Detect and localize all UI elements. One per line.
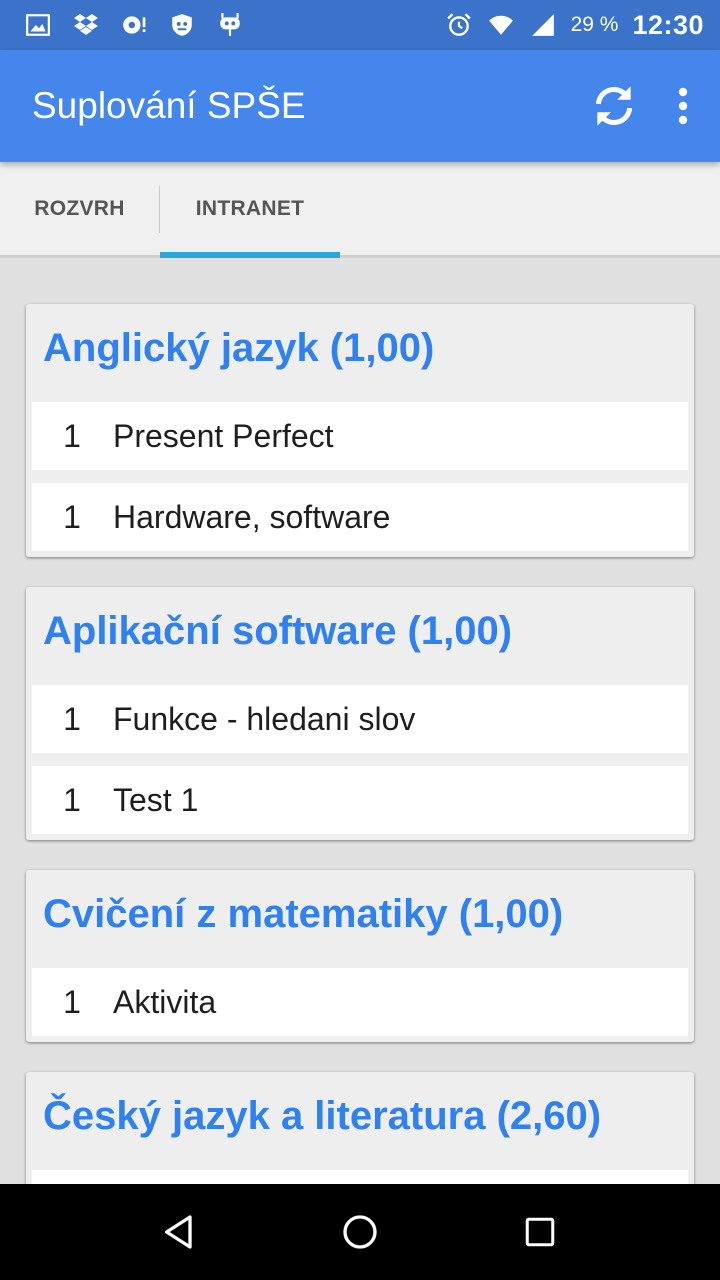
signal-icon bbox=[529, 11, 557, 39]
grade-topic: Hardware, software bbox=[113, 498, 391, 535]
clock: 12:30 bbox=[632, 9, 704, 40]
refresh-icon[interactable] bbox=[588, 80, 640, 132]
subject-title: Anglický jazyk (1,00) bbox=[43, 326, 435, 370]
subject-card[interactable]: Cvičení z matematiky (1,00) 1 Aktivita bbox=[26, 870, 694, 1042]
grade-topic: Test 1 bbox=[113, 781, 199, 818]
shield-icon bbox=[168, 11, 196, 39]
tab-label: ROZVRH bbox=[34, 196, 125, 220]
tab-bar: ROZVRH INTRANET bbox=[0, 162, 720, 258]
grade-value: 1 bbox=[63, 417, 81, 454]
gallery-icon bbox=[24, 11, 52, 39]
app-notification-icon bbox=[120, 11, 148, 39]
grade-row[interactable]: 1 Present Perfect bbox=[32, 402, 688, 470]
app-bar: Suplování SPŠE bbox=[0, 50, 720, 162]
subject-title: Český jazyk a literatura (2,60) bbox=[43, 1094, 602, 1138]
grades-list[interactable]: Anglický jazyk (1,00) 1 Present Perfect … bbox=[26, 304, 694, 1274]
grade-value: 1 bbox=[63, 781, 81, 818]
alarm-icon bbox=[445, 11, 473, 39]
cyanogen-icon bbox=[216, 11, 244, 39]
navigation-bar bbox=[0, 1184, 720, 1280]
back-icon[interactable] bbox=[148, 1200, 212, 1264]
tab-label: INTRANET bbox=[195, 196, 305, 220]
subject-title: Aplikační software (1,00) bbox=[43, 609, 513, 653]
grade-topic: Funkce - hledani slov bbox=[113, 700, 416, 737]
grade-topic: Aktivita bbox=[113, 983, 217, 1020]
screen: 29 % 12:30 Suplování SPŠE ROZVRH INTRANE… bbox=[0, 0, 720, 1280]
grade-row[interactable]: 1 Funkce - hledani slov bbox=[32, 685, 688, 753]
subject-title: Cvičení z matematiky (1,00) bbox=[43, 892, 564, 936]
battery-percent: 29 % bbox=[570, 13, 619, 36]
grade-row[interactable]: 1 Hardware, software bbox=[32, 483, 688, 551]
grade-row[interactable]: 1 Test 1 bbox=[32, 766, 688, 834]
grade-value: 1 bbox=[63, 498, 81, 535]
home-icon[interactable] bbox=[328, 1200, 392, 1264]
status-bar: 29 % 12:30 bbox=[0, 0, 720, 50]
grade-topic: Present Perfect bbox=[113, 417, 334, 454]
recents-icon[interactable] bbox=[508, 1200, 572, 1264]
dropbox-icon bbox=[72, 11, 100, 39]
grade-value: 1 bbox=[63, 983, 81, 1020]
tab-intranet[interactable]: INTRANET bbox=[160, 162, 340, 258]
subject-card[interactable]: Anglický jazyk (1,00) 1 Present Perfect … bbox=[26, 304, 694, 557]
tab-rozvrh[interactable]: ROZVRH bbox=[0, 162, 159, 255]
grade-row[interactable]: 1 Aktivita bbox=[32, 968, 688, 1036]
grade-value: 1 bbox=[63, 700, 81, 737]
app-title: Suplování SPŠE bbox=[32, 85, 306, 126]
tab-selected-indicator bbox=[160, 252, 340, 258]
overflow-menu-icon[interactable] bbox=[670, 80, 696, 132]
subject-card[interactable]: Aplikační software (1,00) 1 Funkce - hle… bbox=[26, 587, 694, 840]
wifi-icon bbox=[487, 11, 515, 39]
